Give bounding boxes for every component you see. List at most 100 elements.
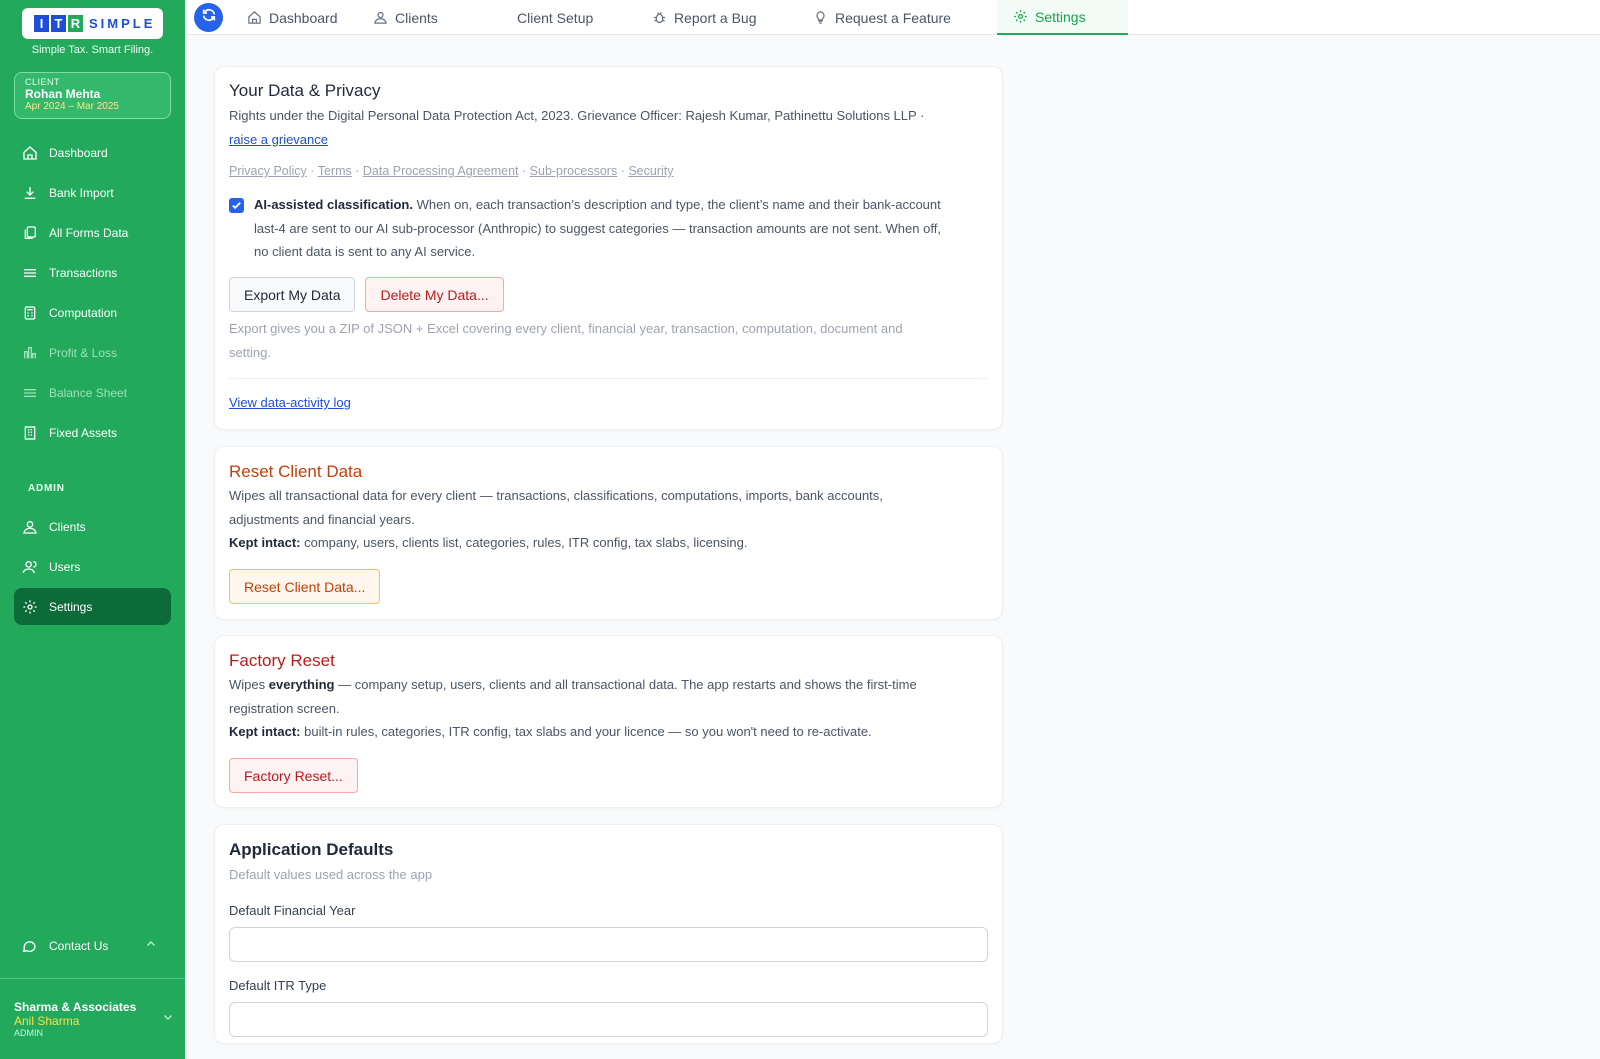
kept-intact-label: Kept intact: xyxy=(229,535,301,550)
sidebar-item-label: Balance Sheet xyxy=(49,385,128,400)
sidebar-item-dashboard[interactable]: Dashboard xyxy=(14,134,171,171)
ai-classification-checkbox[interactable] xyxy=(229,198,244,213)
bar-chart-icon xyxy=(21,344,39,362)
sidebar-item-balance-sheet: Balance Sheet xyxy=(14,374,171,411)
gear-icon xyxy=(1013,9,1028,24)
contact-us-toggle[interactable]: Contact Us xyxy=(14,928,171,964)
client-name: Rohan Mehta xyxy=(25,87,101,101)
active-client-card[interactable]: CLIENT Rohan Mehta Apr 2024 – Mar 2025 xyxy=(14,72,171,119)
home-icon xyxy=(247,10,262,25)
sidebar-item-clients[interactable]: Clients xyxy=(14,508,171,545)
security-link[interactable]: Security xyxy=(628,164,673,178)
client-period: Apr 2024 – Mar 2025 xyxy=(25,101,119,112)
lightbulb-icon xyxy=(813,10,828,25)
privacy-title: Your Data & Privacy xyxy=(229,81,381,100)
chat-icon xyxy=(21,937,39,955)
reset-desc-line-2: adjustments and financial years. xyxy=(229,511,415,527)
sidebar-item-label: Users xyxy=(49,559,81,574)
sidebar-item-label: All Forms Data xyxy=(49,225,129,240)
dpa-link[interactable]: Data Processing Agreement xyxy=(363,164,519,178)
clients-icon xyxy=(21,518,39,536)
terms-link[interactable]: Terms xyxy=(318,164,352,178)
factory-desc-bold: everything xyxy=(268,677,335,692)
app-defaults-card: Application Defaults Default values used… xyxy=(214,824,1003,1044)
privacy-policy-link[interactable]: Privacy Policy xyxy=(229,164,307,178)
copy-icon xyxy=(21,224,39,242)
sidebar-item-label: Fixed Assets xyxy=(49,425,118,440)
tab-label: Request a Feature xyxy=(835,9,951,26)
kept-intact-text: built-in rules, categories, ITR config, … xyxy=(304,724,872,739)
top-navigation: Dashboard Clients Client Setup Report a … xyxy=(185,0,1600,35)
export-hint-line-2: setting. xyxy=(229,344,271,360)
factory-desc-line-2: registration screen. xyxy=(229,700,340,716)
ai-text-line-2: last-4 are sent to our AI sub-processor … xyxy=(254,220,941,236)
calculator-icon xyxy=(21,304,39,322)
export-data-button[interactable]: Export My Data xyxy=(229,277,356,312)
tab-label: Settings xyxy=(1035,8,1086,25)
sidebar-item-label: Transactions xyxy=(49,265,118,280)
default-fy-select[interactable] xyxy=(229,927,988,962)
tab-label: Report a Bug xyxy=(674,9,757,26)
admin-section-heading: ADMIN xyxy=(28,483,65,494)
sidebar-item-label: Settings xyxy=(49,599,93,614)
link-separator: · xyxy=(310,164,315,178)
tab-request-feature[interactable]: Request a Feature xyxy=(813,0,951,35)
chevron-up-icon xyxy=(145,938,157,953)
app-defaults-title: Application Defaults xyxy=(229,840,394,859)
sidebar-item-fixed-assets[interactable]: Fixed Assets xyxy=(14,414,171,451)
rights-text: Rights under the Digital Personal Data P… xyxy=(229,108,925,123)
clients-icon xyxy=(373,10,388,25)
kept-intact-text: company, users, clients list, categories… xyxy=(304,535,748,550)
factory-desc-line-1: — company setup, users, clients and all … xyxy=(338,677,917,692)
sidebar: I T R SIMPLE Simple Tax. Smart Filing. C… xyxy=(0,0,185,1059)
logo-letter-i: I xyxy=(34,15,49,32)
tab-clients[interactable]: Clients xyxy=(373,0,438,35)
reset-client-title: Reset Client Data xyxy=(229,462,363,481)
user-role: ADMIN xyxy=(14,1028,43,1038)
app-defaults-subtitle: Default values used across the app xyxy=(229,867,433,882)
reset-desc-line-1: Wipes all transactional data for every c… xyxy=(229,488,883,503)
menu-icon xyxy=(21,264,39,282)
raise-grievance-link[interactable]: raise a grievance xyxy=(229,132,328,147)
sidebar-divider xyxy=(0,978,185,979)
sidebar-item-computation[interactable]: Computation xyxy=(14,294,171,331)
factory-actions: Factory Reset... xyxy=(229,758,988,793)
current-user-menu[interactable]: Sharma & Associates Anil Sharma ADMIN xyxy=(14,1000,174,1038)
ai-classification-text: AI-assisted classification. When on, eac… xyxy=(254,193,988,264)
link-separator: · xyxy=(522,164,527,178)
kept-intact-label: Kept intact: xyxy=(229,724,301,739)
menu-icon xyxy=(21,384,39,402)
sidebar-item-all-forms-data[interactable]: All Forms Data xyxy=(14,214,171,251)
tab-client-setup[interactable]: Client Setup xyxy=(517,0,593,35)
sidebar-item-transactions[interactable]: Transactions xyxy=(14,254,171,291)
contact-us-label: Contact Us xyxy=(49,939,109,953)
factory-reset-card: Factory Reset Wipes everything — company… xyxy=(214,635,1003,808)
factory-desc-pre: Wipes xyxy=(229,677,266,692)
privacy-rights-text: Rights under the Digital Personal Data P… xyxy=(229,104,988,151)
sidebar-item-settings[interactable]: Settings xyxy=(14,588,171,625)
tab-report-bug[interactable]: Report a Bug xyxy=(652,0,757,35)
brand-logo[interactable]: I T R SIMPLE xyxy=(22,8,163,39)
refresh-button[interactable] xyxy=(194,3,223,32)
default-itr-label: Default ITR Type xyxy=(229,978,327,993)
factory-reset-desc: Wipes everything — company setup, users,… xyxy=(229,673,988,744)
export-hint: Export gives you a ZIP of JSON + Excel c… xyxy=(229,317,988,364)
sidebar-item-label: Dashboard xyxy=(49,145,108,160)
sidebar-item-bank-import[interactable]: Bank Import xyxy=(14,174,171,211)
tab-label: Dashboard xyxy=(269,9,338,26)
reset-client-data-button[interactable]: Reset Client Data... xyxy=(229,569,381,604)
logo-letter-r: R xyxy=(68,15,83,32)
factory-reset-button[interactable]: Factory Reset... xyxy=(229,758,358,793)
tab-settings[interactable]: Settings xyxy=(997,0,1128,35)
ai-text-line-3: no client data is sent to any AI service… xyxy=(254,244,476,259)
sub-processors-link[interactable]: Sub-processors xyxy=(530,164,618,178)
users-icon xyxy=(21,558,39,576)
default-itr-select[interactable] xyxy=(229,1002,988,1037)
reset-client-card: Reset Client Data Wipes all transactiona… xyxy=(214,446,1003,620)
view-activity-log-link[interactable]: View data-activity log xyxy=(229,395,351,410)
delete-data-button[interactable]: Delete My Data... xyxy=(365,277,504,312)
client-label: CLIENT xyxy=(25,77,61,87)
tab-dashboard[interactable]: Dashboard xyxy=(247,0,338,35)
sidebar-item-users[interactable]: Users xyxy=(14,548,171,585)
reset-client-desc: Wipes all transactional data for every c… xyxy=(229,484,988,555)
